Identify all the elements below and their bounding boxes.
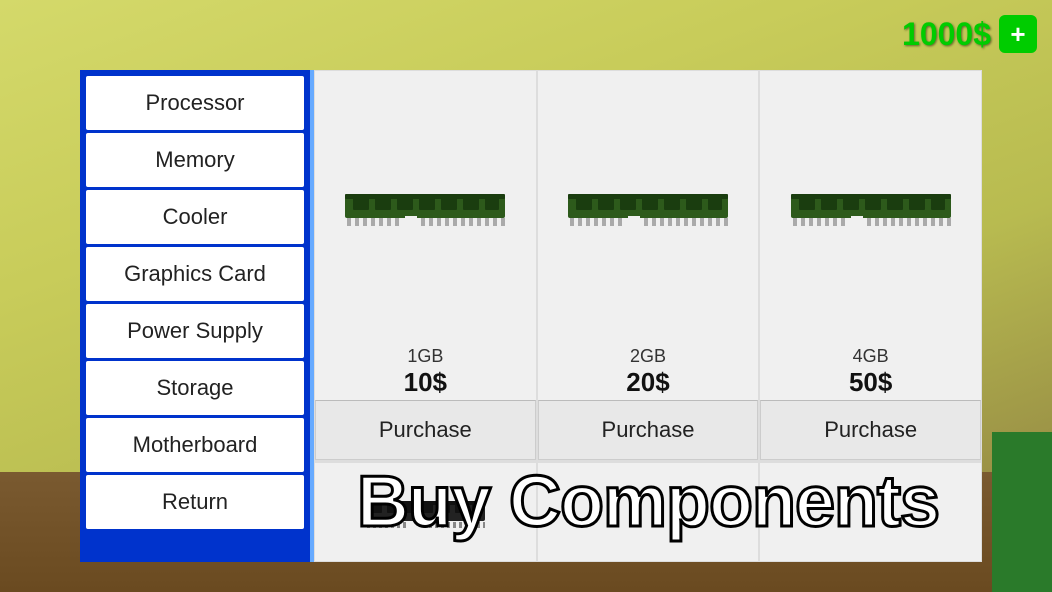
- product-info-4gb: 4GB 50$: [760, 340, 981, 400]
- ram-icon-dark-1: [365, 496, 485, 528]
- sidebar: Processor Memory Cooler Graphics Card Po…: [80, 70, 310, 562]
- money-amount: 1000$: [902, 16, 991, 53]
- product-cell-1gb: 1GB 10$ Purchase: [314, 70, 537, 461]
- sidebar-item-motherboard[interactable]: Motherboard: [86, 418, 304, 472]
- sidebar-item-cooler[interactable]: Cooler: [86, 190, 304, 244]
- sidebar-item-return[interactable]: Return: [86, 475, 304, 529]
- product-size-1gb: 1GB: [315, 346, 536, 367]
- product-cell2-3: [759, 462, 982, 562]
- product-image-4gb: [760, 71, 981, 340]
- product-cell2-2: [537, 462, 760, 562]
- product-grid: 1GB 10$ Purchase: [314, 70, 982, 461]
- sidebar-item-graphics-card[interactable]: Graphics Card: [86, 247, 304, 301]
- purchase-button-2gb[interactable]: Purchase: [538, 400, 759, 460]
- product-size-2gb: 2GB: [538, 346, 759, 367]
- ram-icon-2gb: [568, 186, 728, 226]
- product-image-1gb: [315, 71, 536, 340]
- green-box: [992, 432, 1052, 592]
- product-cell-2gb: 2GB 20$ Purchase: [537, 70, 760, 461]
- sidebar-item-storage[interactable]: Storage: [86, 361, 304, 415]
- ram-icon-1gb: [345, 186, 505, 226]
- product-image-2gb: [538, 71, 759, 340]
- purchase-button-1gb[interactable]: Purchase: [315, 400, 536, 460]
- money-display: 1000$ +: [902, 15, 1037, 53]
- product-cell-4gb: 4GB 50$ Purchase: [759, 70, 982, 461]
- product-info-1gb: 1GB 10$: [315, 340, 536, 400]
- sidebar-item-power-supply[interactable]: Power Supply: [86, 304, 304, 358]
- product-row2: [314, 461, 982, 562]
- product-price-1gb: 10$: [315, 367, 536, 398]
- add-money-button[interactable]: +: [999, 15, 1037, 53]
- product-price-4gb: 50$: [760, 367, 981, 398]
- ram-icon-4gb: [791, 186, 951, 226]
- product-size-4gb: 4GB: [760, 346, 981, 367]
- main-container: Processor Memory Cooler Graphics Card Po…: [80, 70, 982, 562]
- content-area: 1GB 10$ Purchase: [310, 70, 982, 562]
- product-info-2gb: 2GB 20$: [538, 340, 759, 400]
- purchase-button-4gb[interactable]: Purchase: [760, 400, 981, 460]
- product-cell2-1: [314, 462, 537, 562]
- sidebar-item-processor[interactable]: Processor: [86, 76, 304, 130]
- sidebar-item-memory[interactable]: Memory: [86, 133, 304, 187]
- product-price-2gb: 20$: [538, 367, 759, 398]
